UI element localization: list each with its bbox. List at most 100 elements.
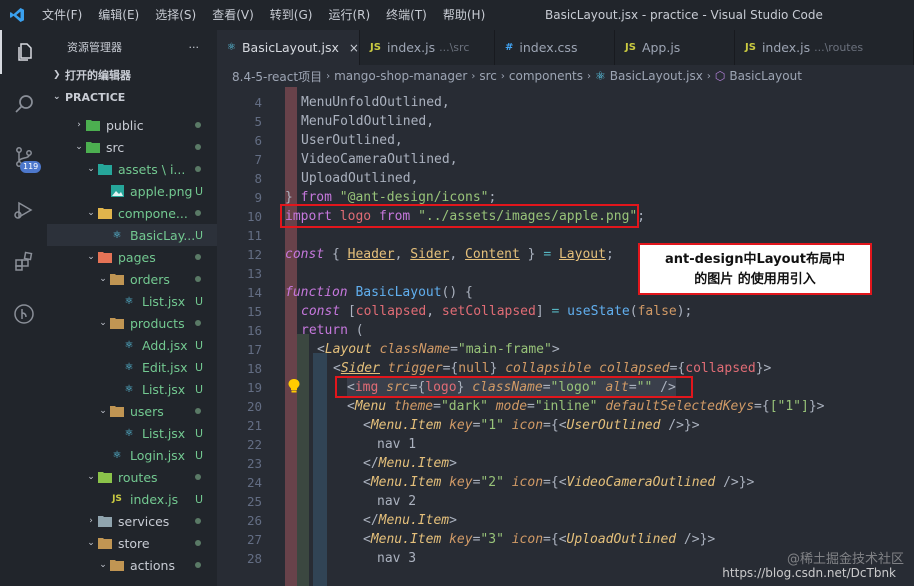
tree-item-products[interactable]: ⌄ products [47, 312, 217, 334]
breadcrumb-item[interactable]: src [479, 69, 497, 83]
tree-item-label: index.js [130, 491, 179, 507]
chevron-down-icon: ⌄ [75, 142, 83, 152]
folder-icon [109, 404, 125, 418]
tree-item-users[interactable]: ⌄ users [47, 400, 217, 422]
code-text: function BasicLayout() { [285, 285, 473, 300]
close-icon[interactable]: × [349, 41, 359, 55]
menu-help[interactable]: 帮助(H) [435, 0, 493, 30]
tree-item-label: Edit.jsx [142, 359, 188, 375]
line-number: 16 [246, 323, 262, 338]
open-editors-section[interactable]: ❯ 打开的编辑器 [47, 64, 217, 86]
breadcrumb-item[interactable]: BasicLayout.jsx [610, 69, 703, 83]
tree-item-products-add[interactable]: ⚛ Add.jsx U [47, 334, 217, 356]
lightbulb-icon[interactable] [288, 378, 300, 393]
css-file-icon: # [505, 42, 514, 53]
gitlens-icon[interactable] [0, 292, 47, 336]
explorer-header: 资源管理器 ··· [47, 30, 217, 64]
line-number: 17 [246, 342, 262, 357]
untracked-status: U [194, 338, 203, 352]
line-number: 25 [246, 494, 262, 509]
tree-item-src[interactable]: ⌄ src [47, 136, 217, 158]
tree-item-services[interactable]: › services [47, 510, 217, 532]
menu-go[interactable]: 转到(G) [262, 0, 321, 30]
tree-item-actions[interactable]: ⌄ actions [47, 554, 217, 576]
project-section[interactable]: ⌄ PRACTICE [47, 86, 217, 108]
code-line: 8 UploadOutlined, [217, 169, 914, 188]
tree-item-public[interactable]: › public [47, 114, 217, 136]
tree-item-orders-list[interactable]: ⚛ List.jsx U [47, 290, 217, 312]
tab-label: index.css [519, 40, 578, 55]
tree-item-label: products [130, 315, 185, 331]
chevron-down-icon: ⌄ [87, 472, 95, 482]
react-file-icon: ⚛ [112, 229, 122, 241]
tree-item-assets[interactable]: ⌄ assets \ i... [47, 158, 217, 180]
image-file-icon [109, 184, 125, 198]
tab-index-css[interactable]: # index.css [495, 30, 615, 65]
untracked-status: U [194, 492, 203, 506]
tree-item-users-list[interactable]: ⚛ List.jsx U [47, 422, 217, 444]
menu-terminal[interactable]: 终端(T) [378, 0, 435, 30]
javascript-file-icon: JS [370, 42, 381, 53]
tree-item-label: assets \ i... [118, 161, 186, 177]
breadcrumb-item[interactable]: mango-shop-manager [334, 69, 467, 83]
tree-item-label: store [118, 535, 150, 551]
source-control-icon[interactable]: 119 [0, 135, 47, 179]
tree-item-components[interactable]: ⌄ compone... [47, 202, 217, 224]
more-actions-icon[interactable]: ··· [189, 41, 200, 54]
explorer-sidebar: 资源管理器 ··· ❯ 打开的编辑器 ⌄ PRACTICE › public ⌄… [47, 30, 217, 586]
tree-item-products-list[interactable]: ⚛ List.jsx U [47, 378, 217, 400]
extensions-icon[interactable] [0, 240, 47, 284]
code-editor[interactable]: 4 MenuUnfoldOutlined, 5 MenuFoldOutlined, … [217, 87, 914, 586]
code-line: 27 <Menu.Item key="3" icon={<UploadOutlin… [217, 530, 914, 549]
tree-item-store[interactable]: ⌄ store [47, 532, 217, 554]
tree-item-label: BasicLay... [130, 227, 196, 243]
menu-view[interactable]: 查看(V) [204, 0, 262, 30]
status-dot [195, 210, 201, 216]
menu-run[interactable]: 运行(R) [320, 0, 378, 30]
line-number: 24 [246, 475, 262, 490]
code-text: <Menu.Item key="2" icon={<VideoCameraOut… [363, 475, 755, 490]
tab-basiclayout[interactable]: ⚛ BasicLayout.jsx × [217, 30, 360, 65]
tree-item-orders[interactable]: ⌄ orders [47, 268, 217, 290]
line-number: 6 [254, 133, 262, 148]
tree-item-label: users [130, 403, 164, 419]
search-icon[interactable] [0, 82, 47, 126]
tree-item-label: Login.jsx [130, 447, 186, 463]
tree-item-products-edit[interactable]: ⚛ Edit.jsx U [47, 356, 217, 378]
tree-item-apple-png[interactable]: apple.png U [47, 180, 217, 202]
tab-index-routes[interactable]: JS index.js ...\routes [735, 30, 914, 65]
tab-app[interactable]: JS App.js [615, 30, 735, 65]
annotation-line-1: ant-design中Layout布局中 [664, 252, 846, 267]
tree-item-routes-index[interactable]: JS index.js U [47, 488, 217, 510]
activity-bar: 119 [0, 30, 47, 586]
status-dot [195, 408, 201, 414]
run-debug-icon[interactable] [0, 188, 47, 232]
highlight-img-tag [335, 376, 693, 398]
code-text: const [collapsed, setCollapsed] = useSta… [301, 304, 693, 319]
status-dot [195, 166, 201, 172]
untracked-status: U [194, 360, 203, 374]
chevron-right-icon: › [77, 120, 81, 130]
tab-label: App.js [641, 40, 681, 55]
breadcrumb-item[interactable]: 8.4-5-react项目 [232, 68, 322, 85]
tab-index-src[interactable]: JS index.js ...\src [360, 30, 495, 65]
tree-item-label: List.jsx [142, 381, 186, 397]
react-file-icon: ⚛ [112, 449, 122, 461]
tree-item-login[interactable]: ⚛ Login.jsx U [47, 444, 217, 466]
explorer-icon[interactable] [0, 30, 47, 74]
breadcrumb-item[interactable]: BasicLayout [729, 69, 802, 83]
chevron-right-icon: › [89, 516, 93, 526]
tree-item-pages[interactable]: ⌄ pages [47, 246, 217, 268]
tree-item-basiclayout[interactable]: ⚛ BasicLay... U [47, 224, 217, 246]
line-number: 22 [246, 437, 262, 452]
vscode-logo-icon [0, 0, 34, 30]
tree-item-routes[interactable]: ⌄ routes [47, 466, 217, 488]
menu-file[interactable]: 文件(F) [34, 0, 90, 30]
breadcrumb-item[interactable]: components [509, 69, 583, 83]
folder-icon [109, 558, 125, 572]
menu-selection[interactable]: 选择(S) [147, 0, 204, 30]
menu-edit[interactable]: 编辑(E) [90, 0, 147, 30]
react-file-icon: ⚛ [124, 361, 134, 373]
code-line: 15 const [collapsed, setCollapsed] = useS… [217, 302, 914, 321]
code-line: 17 <Layout className="main-frame"> [217, 340, 914, 359]
